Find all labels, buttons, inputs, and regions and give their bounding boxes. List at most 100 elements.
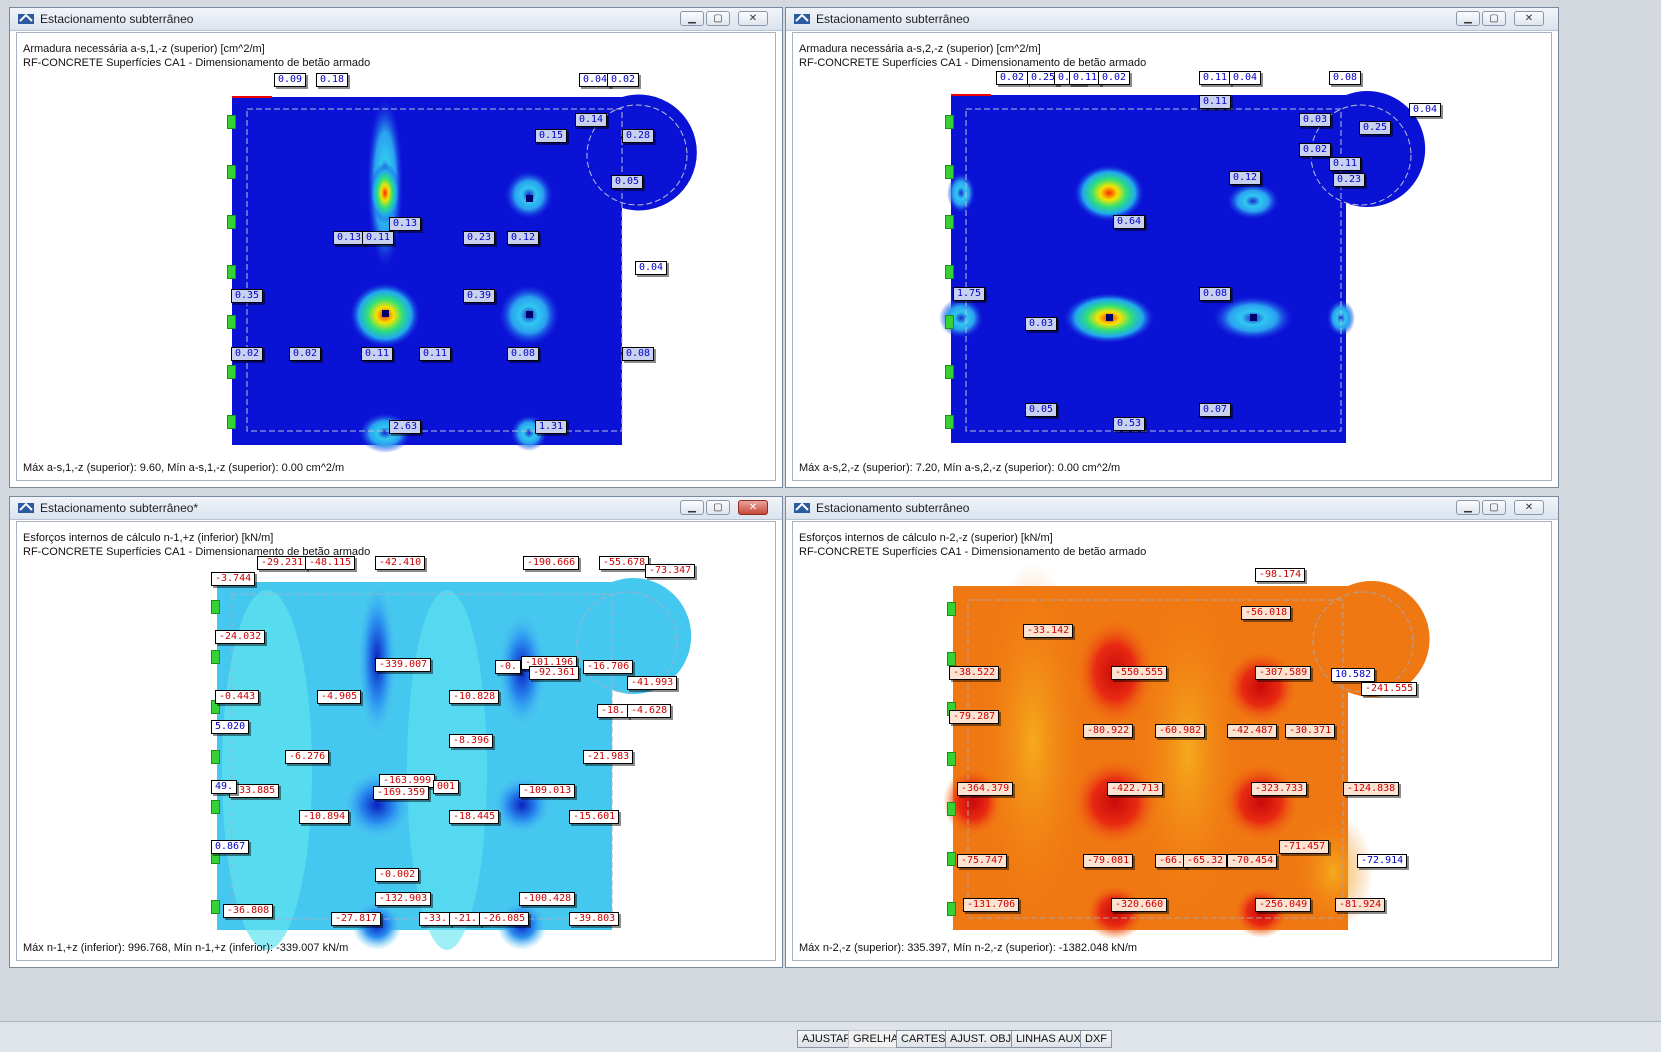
window-n2: Estacionamento subterrâneo ▁ ▢ ✕ Esforço… [785, 496, 1559, 968]
window-title: Estacionamento subterrâneo [816, 12, 970, 26]
cartesian-button[interactable]: CARTES [896, 1030, 951, 1048]
support-marker [211, 650, 220, 664]
result-label: -4.628 [627, 704, 672, 718]
result-label: -132.903 [375, 892, 432, 906]
result-label: 0.12 [507, 231, 540, 245]
maximize-button[interactable]: ▢ [706, 500, 730, 515]
contour-plot[interactable]: -3.744 -29.231 -48.115 -42.410 -190.666 … [207, 556, 707, 955]
result-label: 0.08 [622, 347, 655, 361]
maximize-button[interactable]: ▢ [706, 11, 730, 26]
result-label: 2.63 [389, 420, 422, 434]
result-label: -80.922 [1083, 724, 1134, 738]
extreme-values-text: Máx n-2,-z (superior): 335.397, Mín n-2,… [799, 942, 1138, 954]
result-label: 0.23 [1333, 173, 1366, 187]
result-label: 0.04 [635, 261, 668, 275]
result-label: 0.07 [1199, 403, 1232, 417]
result-label: 0.12 [1229, 171, 1262, 185]
support-marker [227, 365, 236, 379]
result-label: 0.04 [1229, 71, 1262, 85]
result-label: -29.231 [257, 556, 308, 570]
result-label: -38.522 [949, 666, 1000, 680]
result-label: 0.11 [419, 347, 452, 361]
title-bar[interactable]: Estacionamento subterrâneo ▁ ▢ ✕ [10, 8, 782, 31]
title-bar[interactable]: Estacionamento subterrâneo ▁ ▢ ✕ [786, 497, 1558, 520]
window-n1: Estacionamento subterrâneo* ▁ ▢ ✕ Esforç… [9, 496, 783, 968]
result-label: 0.04 [1409, 103, 1442, 117]
result-label: 0.09 [274, 73, 307, 87]
close-button[interactable]: ✕ [738, 11, 768, 26]
result-label: 0.53 [1113, 417, 1146, 431]
status-bar: AJUSTAR GRELHA CARTES AJUST. OBJ. LINHAS… [0, 1021, 1661, 1052]
support-marker [227, 115, 236, 129]
result-label: -42.487 [1227, 724, 1278, 738]
minimize-button[interactable]: ▁ [1456, 11, 1480, 26]
maximize-button[interactable]: ▢ [1482, 11, 1506, 26]
result-label: -42.410 [375, 556, 426, 570]
result-label: -33. [419, 912, 452, 926]
result-label: 0.03 [1299, 113, 1332, 127]
result-label: -6.276 [285, 750, 330, 764]
result-label: 0.05 [611, 175, 644, 189]
maximize-button[interactable]: ▢ [1482, 500, 1506, 515]
result-label: -39.803 [569, 912, 620, 926]
support-marker [211, 900, 220, 914]
result-label: 0.25 [1359, 121, 1392, 135]
graphics-area[interactable]: Armadura necessária a-s,1,-z (superior) … [16, 32, 776, 481]
minimize-button[interactable]: ▁ [680, 500, 704, 515]
result-label: -10.894 [299, 810, 350, 824]
result-label: 0.02 [231, 347, 264, 361]
result-label: -109.013 [519, 784, 576, 798]
result-label: -27.817 [331, 912, 382, 926]
title-bar[interactable]: Estacionamento subterrâneo* ▁ ▢ ✕ [10, 497, 782, 520]
result-label: -10.828 [449, 690, 500, 704]
close-button[interactable]: ✕ [1514, 11, 1544, 26]
result-label: -21. [449, 912, 482, 926]
result-label: -0. [495, 660, 522, 674]
result-label: -100.428 [519, 892, 576, 906]
result-label: 0.11 [1069, 71, 1102, 85]
graphics-area[interactable]: Esforços internos de cálculo n-1,+z (inf… [16, 521, 776, 961]
graphics-area[interactable]: Esforços internos de cálculo n-2,-z (sup… [792, 521, 1552, 961]
support-marker [227, 165, 236, 179]
support-marker [945, 115, 954, 129]
support-marker [947, 852, 956, 866]
dxf-button[interactable]: DXF [1080, 1030, 1112, 1048]
result-label: 0.11 [361, 347, 394, 361]
result-label: 0.23 [463, 231, 496, 245]
minimize-button[interactable]: ▁ [680, 11, 704, 26]
close-button[interactable]: ✕ [738, 500, 768, 515]
contour-plot[interactable]: 0.09 0.18 0.04 0.02 0.14 0.15 0.28 0.05 … [217, 73, 697, 463]
result-label: 0.64 [1113, 215, 1146, 229]
graphics-area[interactable]: Armadura necessária a-s,2,-z (superior) … [792, 32, 1552, 481]
window-title: Estacionamento subterrâneo [40, 12, 194, 26]
result-label: -65.32 [1183, 854, 1228, 868]
contour-plot[interactable]: -98.174 -56.018 -33.142 -550.555 -307.58… [943, 562, 1443, 957]
result-label: 0.11 [1199, 71, 1232, 85]
result-label: -256.049 [1255, 898, 1312, 912]
result-label: -307.589 [1255, 666, 1312, 680]
support-marker [211, 750, 220, 764]
support-marker [227, 415, 236, 429]
result-label: 1.31 [535, 420, 568, 434]
result-label: -190.666 [523, 556, 580, 570]
result-label: -33.142 [1023, 624, 1074, 638]
app-icon [18, 13, 34, 24]
module-title: RF-CONCRETE Superfícies CA1 - Dimensiona… [799, 57, 1147, 69]
result-label: -0.002 [375, 868, 420, 882]
result-label: 0.08 [1199, 287, 1232, 301]
title-bar[interactable]: Estacionamento subterrâneo ▁ ▢ ✕ [786, 8, 1558, 31]
result-label: 0.28 [622, 129, 655, 143]
support-marker [945, 165, 954, 179]
minimize-button[interactable]: ▁ [1456, 500, 1480, 515]
result-label: -55.678 [599, 556, 650, 570]
result-label: -79.081 [1083, 854, 1134, 868]
object-snap-button[interactable]: AJUST. OBJ. [945, 1030, 1020, 1048]
result-label: 49. [211, 780, 238, 794]
support-marker [211, 800, 220, 814]
guidelines-button[interactable]: LINHAS AUX. [1011, 1030, 1089, 1048]
contour-plot[interactable]: 0.02 0.25 0.04 0.11 0.02 0.11 0.04 0.08 … [939, 71, 1442, 463]
close-button[interactable]: ✕ [1514, 500, 1544, 515]
window-as2: Estacionamento subterrâneo ▁ ▢ ✕ Armadur… [785, 7, 1559, 488]
grid-button[interactable]: GRELHA [848, 1030, 904, 1048]
result-label: -364.379 [957, 782, 1014, 796]
